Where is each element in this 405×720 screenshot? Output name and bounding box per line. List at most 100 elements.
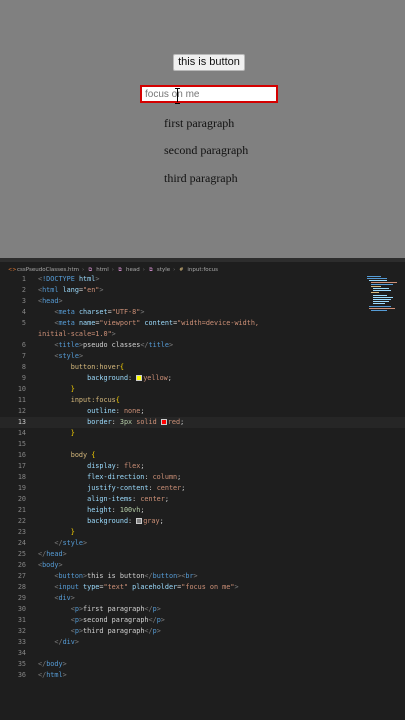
code-token: } bbox=[38, 384, 75, 395]
line-number: 23 bbox=[17, 528, 26, 536]
line-number: 11 bbox=[17, 396, 26, 404]
code-line[interactable]: 12 outline: none; bbox=[0, 406, 405, 417]
code-line[interactable]: 33 </div> bbox=[0, 637, 405, 648]
code-token: gray bbox=[143, 517, 160, 525]
code-token: html bbox=[42, 286, 59, 294]
breadcrumb-item-html[interactable]: html bbox=[96, 267, 109, 273]
code-line[interactable]: 5 <meta name="viewport" content="width=d… bbox=[0, 318, 405, 329]
code-line[interactable]: 15 bbox=[0, 439, 405, 450]
code-token: } bbox=[70, 385, 75, 393]
code-token: border bbox=[87, 418, 112, 426]
code-token: type bbox=[83, 583, 100, 591]
line-number: 5 bbox=[21, 319, 26, 327]
code-token: </ bbox=[140, 341, 149, 349]
code-line[interactable]: 6 <title>pseudo classes</title> bbox=[0, 340, 405, 351]
code-token: </ bbox=[54, 638, 63, 646]
code-line[interactable]: 35 </body> bbox=[0, 659, 405, 670]
line-number: 27 bbox=[17, 572, 26, 580]
line-number: 29 bbox=[17, 594, 26, 602]
code-line[interactable]: 22 background: gray; bbox=[0, 516, 405, 527]
line-number: 22 bbox=[17, 517, 26, 525]
code-line[interactable]: 36 </html> bbox=[0, 670, 405, 681]
color-swatch-yellow[interactable] bbox=[136, 375, 143, 381]
code-token: body bbox=[42, 561, 59, 569]
code-token: center bbox=[140, 495, 165, 503]
focus-input[interactable] bbox=[140, 85, 278, 103]
code-line[interactable]: 29 <div> bbox=[0, 593, 405, 604]
code-token: </ bbox=[38, 550, 47, 558]
breadcrumb-item-style[interactable]: style bbox=[157, 267, 170, 273]
code-line[interactable]: 14 } bbox=[0, 428, 405, 439]
line-number: 28 bbox=[17, 583, 26, 591]
code-line[interactable]: 16 body { bbox=[0, 450, 405, 461]
code-line[interactable]: 34 bbox=[0, 648, 405, 659]
line-number: 7 bbox=[21, 352, 26, 360]
code-line[interactable]: 27 <button>this is button</button><br> bbox=[0, 571, 405, 582]
code-line[interactable]: 10 } bbox=[0, 384, 405, 395]
code-token: "focus on me" bbox=[181, 583, 235, 591]
code-line[interactable]: 24 </style> bbox=[0, 538, 405, 549]
code-line[interactable]: 7 <style> bbox=[0, 351, 405, 362]
code-token: > bbox=[156, 627, 161, 635]
chevron-right-icon: › bbox=[82, 267, 85, 273]
code-line[interactable]: 2 <html lang="en"> bbox=[0, 285, 405, 296]
code-token: align-items: center; bbox=[87, 495, 169, 503]
line-number: 20 bbox=[17, 495, 26, 503]
code-line[interactable]: 19 justify-content: center; bbox=[0, 483, 405, 494]
code-token: <meta name="viewport" content="width=dev… bbox=[54, 319, 260, 327]
code-token: justify-content: center; bbox=[87, 484, 186, 492]
code-line[interactable]: 17 display: flex; bbox=[0, 461, 405, 472]
code-line[interactable]: 23 } bbox=[0, 527, 405, 538]
code-line[interactable]: 25 </head> bbox=[0, 549, 405, 560]
code-token: > bbox=[156, 605, 161, 613]
code-lines[interactable]: 1 <!DOCTYPE html> 2 <html lang="en"> 3 <hea… bbox=[0, 274, 405, 681]
code-line[interactable]: 21 height: 100vh; bbox=[0, 505, 405, 516]
code-token: title bbox=[58, 341, 79, 349]
code-token: background: yellow; bbox=[87, 374, 172, 382]
code-token: body bbox=[46, 660, 63, 668]
code-token: third paragraph bbox=[83, 627, 145, 635]
code-line[interactable]: 1 <!DOCTYPE html> bbox=[0, 274, 405, 285]
code-token: > bbox=[62, 671, 67, 679]
code-token: button bbox=[152, 572, 178, 580]
breadcrumb-item-head[interactable]: head bbox=[126, 267, 140, 273]
code-line[interactable]: 31 <p>second paragraph</p> bbox=[0, 615, 405, 626]
color-swatch-gray[interactable] bbox=[136, 518, 143, 524]
code-line[interactable]: 26 <body> bbox=[0, 560, 405, 571]
preview-button[interactable]: this is button bbox=[173, 54, 245, 71]
code-token: <p>first paragraph</p> bbox=[38, 604, 161, 615]
code-line[interactable]: 18 flex-direction: column; bbox=[0, 472, 405, 483]
line-number: 21 bbox=[17, 506, 26, 514]
code-token: second paragraph bbox=[83, 616, 149, 624]
code-line[interactable]: 30 <p>first paragraph</p> bbox=[0, 604, 405, 615]
code-line[interactable]: initial-scale=1.0"> bbox=[0, 329, 405, 340]
code-editor[interactable]: <> cssPseudoClasses.htm › ⧉ html › ⧉ hea… bbox=[0, 262, 405, 720]
code-token: <head> bbox=[38, 296, 63, 307]
color-swatch-red[interactable] bbox=[160, 419, 167, 425]
line-number: 19 bbox=[17, 484, 26, 492]
line-number: 33 bbox=[17, 638, 26, 646]
code-token: charset bbox=[78, 308, 108, 316]
code-token: flex-direction bbox=[87, 473, 145, 481]
code-token: style bbox=[62, 539, 84, 547]
code-line[interactable]: 9 background: yellow; bbox=[0, 373, 405, 384]
code-token: <p>second paragraph</p> bbox=[38, 615, 165, 626]
code-token: lang bbox=[62, 286, 79, 294]
paragraph-second: second paragraph bbox=[164, 143, 249, 157]
line-number: 18 bbox=[17, 473, 26, 481]
line-number: 35 bbox=[17, 660, 26, 668]
breadcrumb-item-selector[interactable]: input:focus bbox=[187, 267, 218, 273]
code-line-active[interactable]: 13 border: 3px solid red; bbox=[0, 417, 405, 428]
code-line[interactable]: 20 align-items: center; bbox=[0, 494, 405, 505]
code-line[interactable]: 4 <meta charset="UTF-8"> bbox=[0, 307, 405, 318]
line-number: 32 bbox=[17, 627, 26, 635]
code-token: <!DOCTYPE html> bbox=[38, 274, 99, 285]
code-token: > bbox=[234, 583, 239, 591]
code-line[interactable]: 3 <head> bbox=[0, 296, 405, 307]
code-line[interactable]: 8 button:hover{ bbox=[0, 362, 405, 373]
code-line[interactable]: 28 <input type="text" placeholder="focus… bbox=[0, 582, 405, 593]
breadcrumb-item-file[interactable]: cssPseudoClasses.htm bbox=[17, 267, 79, 273]
code-line[interactable]: 11 input:focus{ bbox=[0, 395, 405, 406]
code-token: placeholder bbox=[132, 583, 178, 591]
code-line[interactable]: 32 <p>third paragraph</p> bbox=[0, 626, 405, 637]
